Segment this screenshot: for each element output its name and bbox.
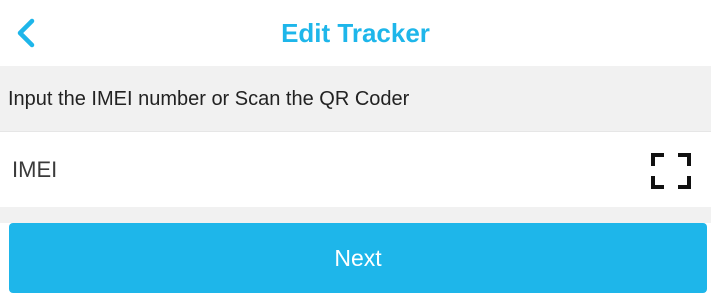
back-button[interactable]	[6, 12, 46, 54]
header-bar: Edit Tracker	[0, 0, 711, 66]
scan-frame-icon	[651, 153, 691, 189]
instruction-bar: Input the IMEI number or Scan the QR Cod…	[0, 66, 711, 132]
chevron-left-icon	[17, 18, 35, 48]
edit-tracker-screen: Edit Tracker Input the IMEI number or Sc…	[0, 0, 711, 293]
imei-input[interactable]	[12, 143, 612, 197]
scan-qr-button[interactable]	[646, 150, 696, 192]
section-divider	[0, 207, 711, 223]
instruction-text: Input the IMEI number or Scan the QR Cod…	[8, 88, 410, 110]
imei-row	[0, 133, 711, 207]
next-button[interactable]: Next	[9, 223, 707, 293]
page-title: Edit Tracker	[281, 18, 430, 48]
